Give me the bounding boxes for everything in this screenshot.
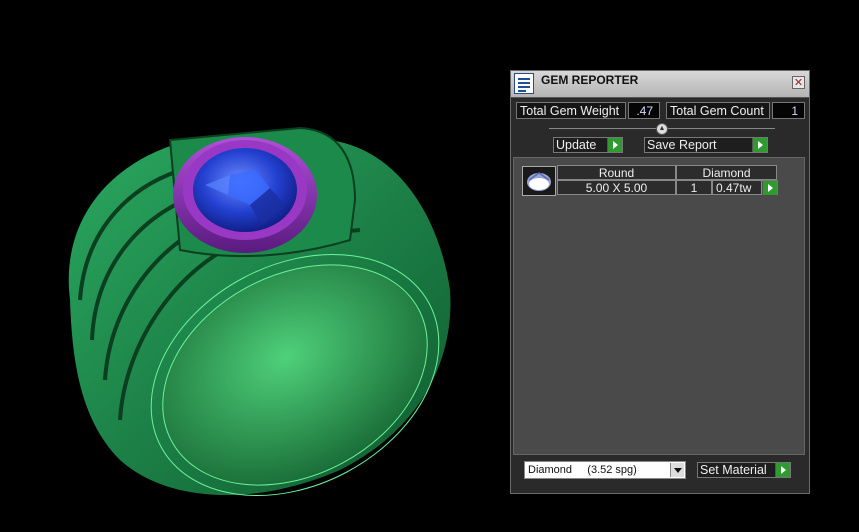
title-bar[interactable]: GEM REPORTER ✕ — [511, 71, 809, 98]
total-gem-weight-value: .47 — [628, 102, 660, 119]
gem-shape-cell: Round — [557, 165, 676, 180]
update-label: Update — [556, 138, 597, 152]
set-material-label: Set Material — [700, 463, 767, 477]
gem-thumbnail[interactable] — [522, 166, 556, 196]
gem-material-cell: Diamond — [676, 165, 777, 180]
chevron-down-icon[interactable] — [670, 463, 684, 477]
material-selected-value: Diamond (3.52 spg) — [528, 464, 637, 476]
collapse-toggle-icon[interactable]: ▲ — [656, 123, 668, 135]
gem-count-cell: 1 — [676, 180, 712, 195]
gem-row-expand-button[interactable] — [762, 180, 778, 195]
panel-title: GEM REPORTER — [541, 73, 639, 87]
gem-size-cell: 5.00 X 5.00 — [557, 180, 676, 195]
gem-report-list: Round Diamond 5.00 X 5.00 1 0.47tw — [513, 157, 805, 455]
play-arrow-icon — [752, 138, 767, 152]
play-arrow-icon — [607, 138, 622, 152]
save-report-button[interactable]: Save Report — [644, 137, 768, 153]
material-dropdown[interactable]: Diamond (3.52 spg) — [524, 461, 686, 479]
total-gem-count-label: Total Gem Count — [666, 102, 770, 119]
play-arrow-icon — [762, 181, 777, 195]
total-gem-weight-label: Total Gem Weight — [516, 102, 626, 119]
total-gem-count-value: 1 — [772, 102, 805, 119]
update-button[interactable]: Update — [553, 137, 623, 153]
gem-reporter-panel: GEM REPORTER ✕ Total Gem Weight .47 Tota… — [510, 70, 810, 494]
close-icon[interactable]: ✕ — [792, 76, 805, 89]
set-material-button[interactable]: Set Material — [697, 462, 791, 478]
gem-weight-cell: 0.47tw — [712, 180, 762, 195]
save-report-label: Save Report — [647, 138, 717, 152]
play-arrow-icon — [775, 463, 790, 477]
report-icon — [514, 73, 534, 94]
round-gem-icon — [527, 172, 551, 191]
